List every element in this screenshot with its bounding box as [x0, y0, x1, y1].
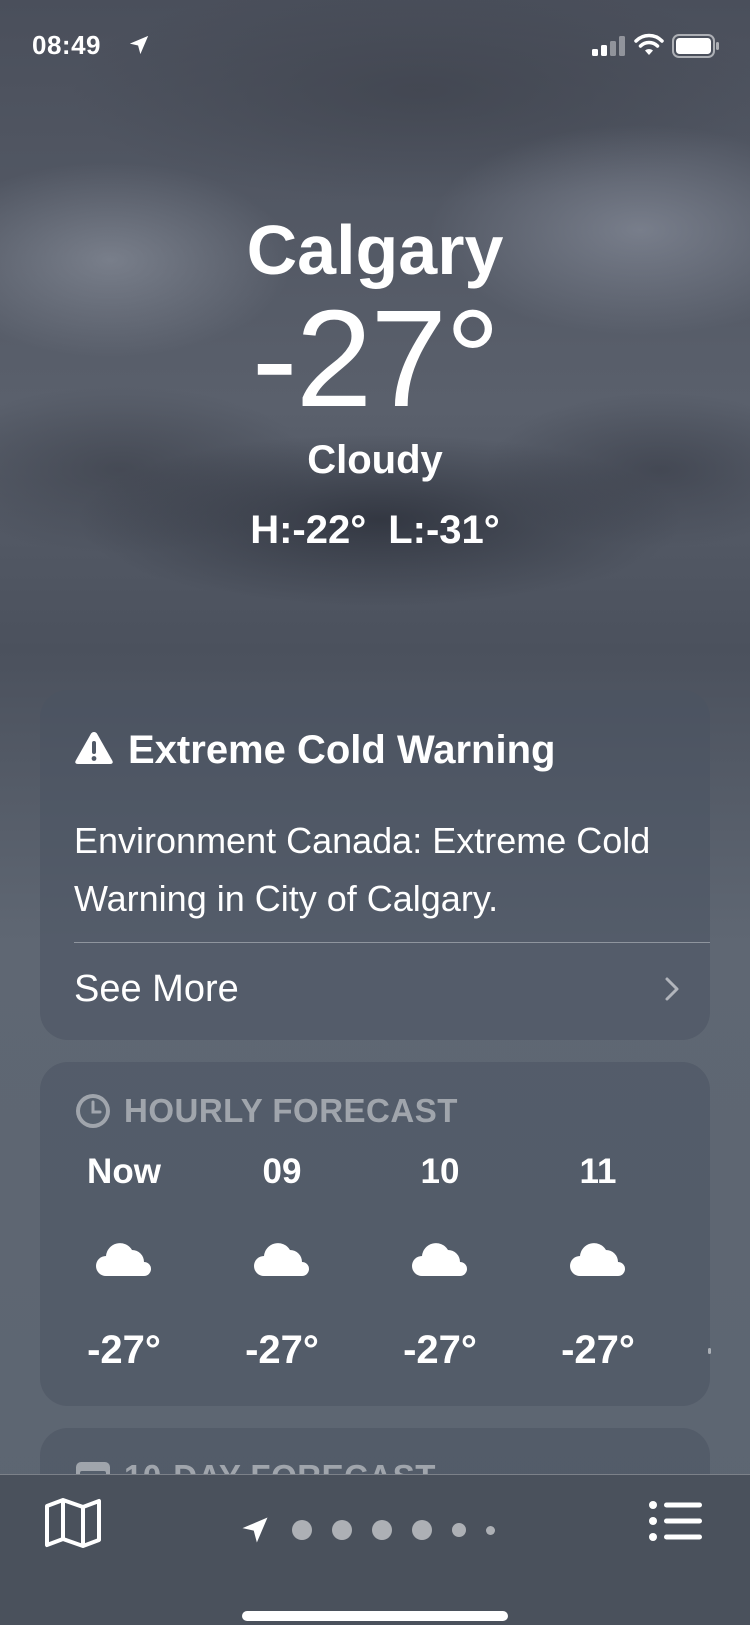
cellular-signal-icon — [592, 36, 625, 56]
alert-title: Extreme Cold Warning — [128, 728, 556, 772]
see-more-link[interactable]: See More — [74, 968, 239, 1011]
hour-temp: -27° — [245, 1328, 319, 1372]
city-name: Calgary — [246, 211, 504, 289]
list-icon[interactable] — [648, 1499, 704, 1543]
hour-label: 11 — [579, 1152, 617, 1191]
page-indicator[interactable] — [240, 1515, 515, 1545]
cloud-icon — [212, 1238, 352, 1288]
hourly-forecast-header: HOURLY FORECAST — [74, 1092, 458, 1130]
hour-label: 10 — [420, 1152, 460, 1191]
map-icon[interactable] — [44, 1497, 102, 1549]
high-temp: H:-22° — [250, 508, 367, 552]
clock-icon — [76, 1094, 110, 1128]
hour-temp: -27° — [561, 1328, 635, 1372]
hour-label: Now — [87, 1152, 161, 1191]
weather-alert-card[interactable]: Extreme Cold Warning Environment Canada:… — [40, 690, 710, 1040]
warning-triangle-icon — [75, 732, 113, 764]
alert-body: Environment Canada: Extreme Cold Warning… — [74, 820, 651, 919]
location-arrow-icon — [129, 35, 149, 55]
hourly-forecast-card[interactable]: HOURLY FORECAST Now -27° 09 -27° 10 -27°… — [40, 1062, 711, 1406]
page-dot[interactable] — [486, 1525, 495, 1535]
cloud-icon — [54, 1238, 194, 1288]
hour-temp: -27° — [403, 1328, 477, 1372]
page-dot[interactable] — [372, 1520, 392, 1540]
chevron-right-icon[interactable] — [664, 976, 680, 1002]
home-indicator[interactable] — [242, 1611, 508, 1621]
condition-text: Cloudy — [307, 438, 443, 482]
hourly-item[interactable]: 09 -27° — [212, 1152, 352, 1373]
wifi-icon — [634, 33, 664, 55]
page-dot[interactable] — [412, 1520, 432, 1540]
page-dot[interactable] — [452, 1523, 466, 1537]
status-time: 08:49 — [32, 30, 101, 60]
page-dot[interactable] — [292, 1520, 312, 1540]
hourly-item[interactable]: 11 -27° — [528, 1152, 668, 1373]
hour-label: 09 — [262, 1152, 302, 1191]
low-temp: L:-31° — [388, 508, 500, 552]
location-arrow-icon — [242, 1517, 268, 1543]
cloud-icon — [370, 1238, 510, 1288]
hourly-item[interactable]: 10 -27° — [370, 1152, 510, 1373]
page-dot[interactable] — [332, 1520, 352, 1540]
battery-icon — [672, 34, 719, 58]
bottom-toolbar — [0, 1474, 750, 1625]
cloud-icon — [528, 1238, 668, 1288]
hourly-item[interactable]: Now -27° — [54, 1152, 194, 1373]
alert-divider — [74, 942, 710, 943]
hour-temp: -27° — [87, 1328, 161, 1372]
high-low-temps: H:-22° L:-31° — [0, 508, 750, 553]
hourly-forecast-title: HOURLY FORECAST — [124, 1092, 458, 1129]
current-temperature: -27° — [251, 282, 501, 436]
scroll-indicator — [708, 1348, 711, 1354]
